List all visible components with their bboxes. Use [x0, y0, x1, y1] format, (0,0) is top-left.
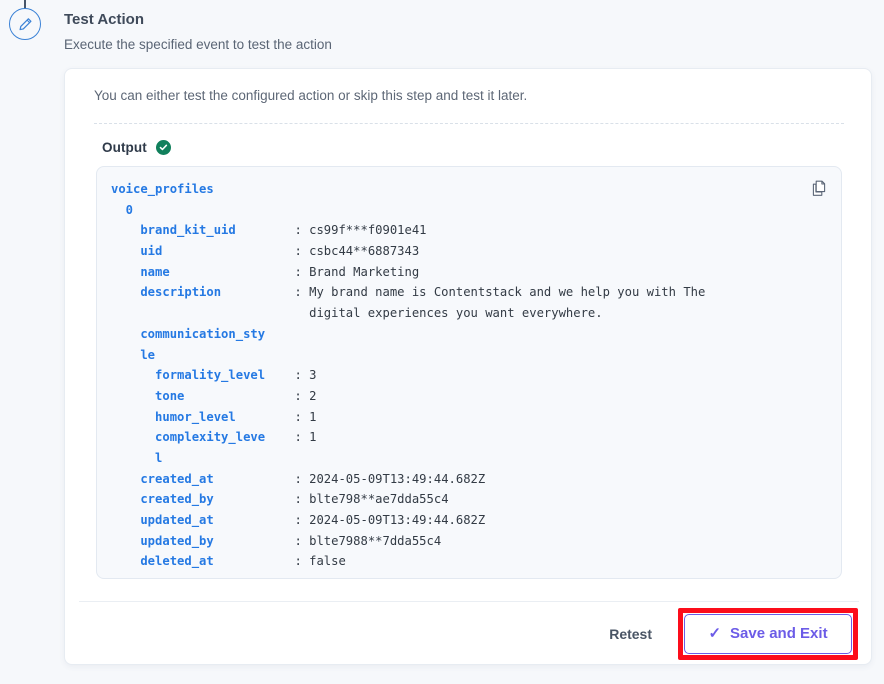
code-value: : blte7988**7dda55c4 [213, 533, 442, 548]
code-line: voice_profiles [111, 179, 797, 200]
code-value: : My brand name is Contentstack and we h… [221, 285, 706, 300]
code-key: created_by [111, 492, 214, 507]
card-divider [94, 123, 844, 124]
code-value: : 3 [265, 368, 317, 383]
code-line: tone : 2 [111, 386, 797, 407]
code-key: tone [111, 388, 185, 403]
code-key: voice_profiles [111, 182, 214, 196]
code-value: : blte798**ae7dda55c4 [213, 492, 449, 507]
code-line: name : Brand Marketing [111, 262, 797, 283]
output-code-panel: voice_profiles 0 brand_kit_uid : cs99f**… [96, 166, 842, 579]
pencil-icon [9, 8, 41, 40]
card-intro-text: You can either test the configured actio… [94, 88, 528, 103]
code-key: l [111, 450, 163, 465]
code-line: deleted_at : false [111, 551, 797, 572]
code-key: communication_sty [111, 326, 266, 341]
code-value: : 2 [184, 388, 317, 403]
code-value: : csbc44**6887343 [162, 244, 420, 259]
retest-button[interactable]: Retest [605, 620, 656, 648]
code-line: brand_kit_uid : cs99f***f0901e41 [111, 220, 797, 241]
code-value: : 2024-05-09T13:49:44.682Z [213, 513, 486, 527]
code-key: complexity_leve [111, 430, 266, 445]
code-key: name [111, 264, 170, 279]
check-mark-icon: ✓ [708, 625, 722, 642]
output-json-content: voice_profiles 0 brand_kit_uid : cs99f**… [111, 179, 797, 572]
code-line: communication_sty [111, 324, 797, 345]
code-line: formality_level : 3 [111, 365, 797, 386]
code-line: digital experiences you want everywhere. [111, 303, 797, 324]
check-circle-icon [155, 139, 171, 155]
code-line: updated_at : 2024-05-09T13:49:44.682Z [111, 510, 797, 531]
test-action-card: You can either test the configured actio… [64, 68, 872, 665]
code-value: : cs99f***f0901e41 [235, 223, 427, 238]
save-and-exit-highlight-wrapper: ✓ Save and Exit [678, 607, 858, 660]
code-key: uid [111, 244, 163, 259]
copy-icon[interactable] [809, 178, 829, 198]
save-and-exit-button[interactable]: ✓ Save and Exit [684, 613, 852, 654]
code-value: : false [213, 554, 346, 569]
code-key: deleted_at [111, 554, 214, 569]
code-key: brand_kit_uid [111, 223, 236, 238]
code-key: updated_at [111, 513, 214, 527]
output-label: Output [102, 139, 147, 155]
code-value: : 1 [235, 409, 317, 424]
code-line: created_at : 2024-05-09T13:49:44.682Z [111, 469, 797, 490]
code-line: le [111, 345, 797, 366]
page-title: Test Action [64, 11, 145, 28]
code-key: humor_level [111, 409, 236, 424]
card-footer: Retest ✓ Save and Exit [65, 602, 871, 665]
code-line: complexity_leve : 1 [111, 427, 797, 448]
code-key: formality_level [111, 368, 266, 383]
code-line: uid : csbc44**6887343 [111, 241, 797, 262]
code-key: updated_by [111, 533, 214, 548]
code-value: : 2024-05-09T13:49:44.682Z [213, 471, 486, 486]
step-rail [0, 0, 64, 684]
code-key: 0 [111, 202, 134, 217]
page-subtitle: Execute the specified event to test the … [64, 37, 332, 52]
output-header: Output [102, 137, 171, 157]
code-line: humor_level : 1 [111, 407, 797, 428]
code-key: description [111, 285, 222, 300]
code-value: : Brand Marketing [169, 264, 420, 279]
code-line: l [111, 448, 797, 469]
save-and-exit-label: Save and Exit [730, 625, 828, 642]
code-line: created_by : blte798**ae7dda55c4 [111, 489, 797, 510]
code-line: description : My brand name is Contentst… [111, 282, 797, 303]
code-value: digital experiences you want everywhere. [111, 306, 603, 321]
code-line: 0 [111, 200, 797, 221]
code-key: created_at [111, 471, 214, 486]
code-line: updated_by : blte7988**7dda55c4 [111, 531, 797, 552]
code-value: : 1 [265, 430, 317, 445]
page-header: Test Action Execute the specified event … [64, 10, 864, 54]
code-key: le [111, 347, 156, 362]
